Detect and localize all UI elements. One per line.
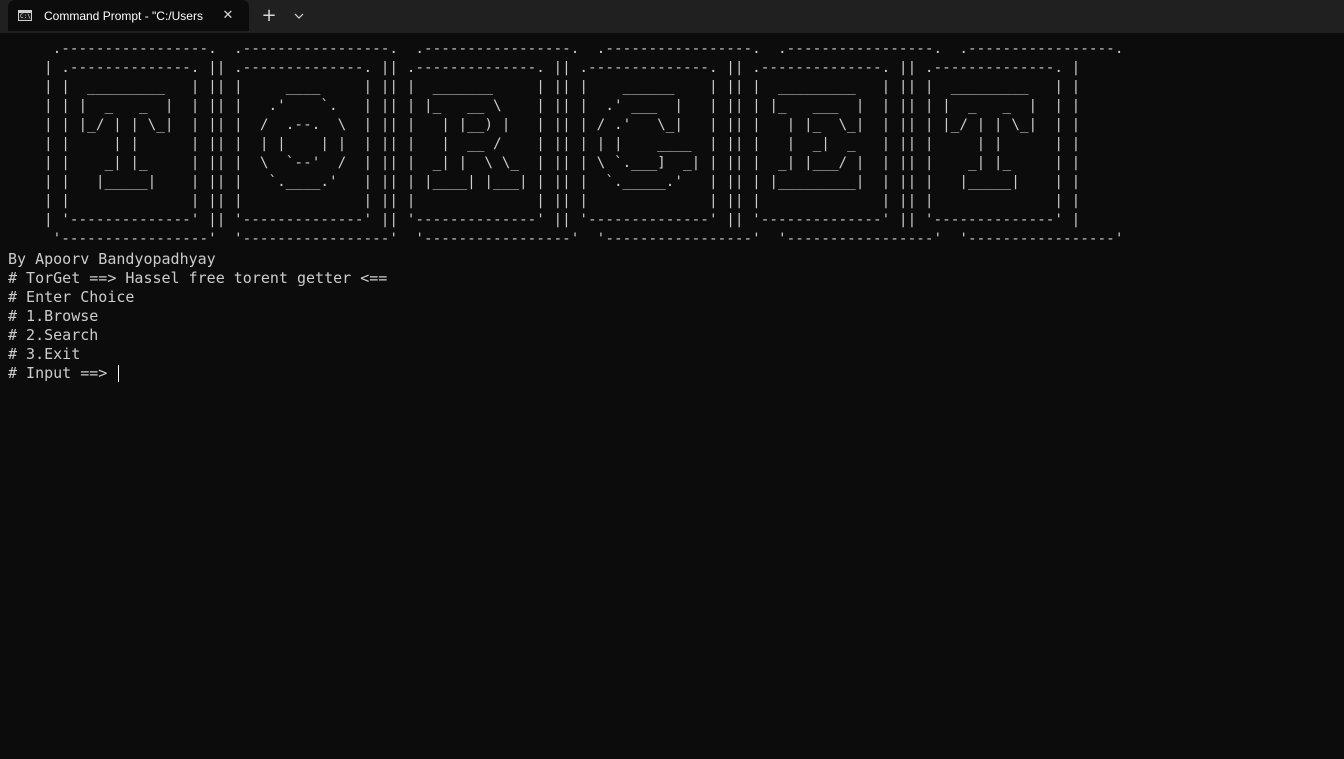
menu-option-search: # 2.Search: [8, 326, 99, 344]
tagline: # TorGet ==> Hassel free torent getter <…: [8, 269, 388, 287]
title-bar: C:\ Command Prompt - "C:/Users ✕ +: [0, 0, 1344, 33]
input-prompt: # Input ==>: [8, 364, 117, 382]
tab-title: Command Prompt - "C:/Users: [44, 9, 203, 23]
new-tab-button[interactable]: +: [258, 4, 280, 28]
ascii-banner: .-----------------. .-----------------. …: [44, 41, 1124, 247]
command-prompt-icon: C:\: [18, 10, 32, 21]
tab-command-prompt[interactable]: C:\ Command Prompt - "C:/Users ✕: [8, 0, 249, 31]
author-line: By Apoorv Bandyopadhyay: [8, 250, 216, 268]
prompt-header: # Enter Choice: [8, 288, 135, 306]
tab-dropdown-button[interactable]: [289, 4, 309, 28]
input-line[interactable]: # Input ==>: [8, 364, 387, 383]
menu-option-browse: # 1.Browse: [8, 307, 99, 325]
close-tab-icon[interactable]: ✕: [218, 6, 238, 26]
menu-option-exit: # 3.Exit: [8, 345, 81, 363]
text-cursor: [118, 365, 120, 382]
chevron-down-icon: [294, 13, 304, 19]
console-output[interactable]: By Apoorv Bandyopadhyay # TorGet ==> Has…: [8, 250, 387, 383]
